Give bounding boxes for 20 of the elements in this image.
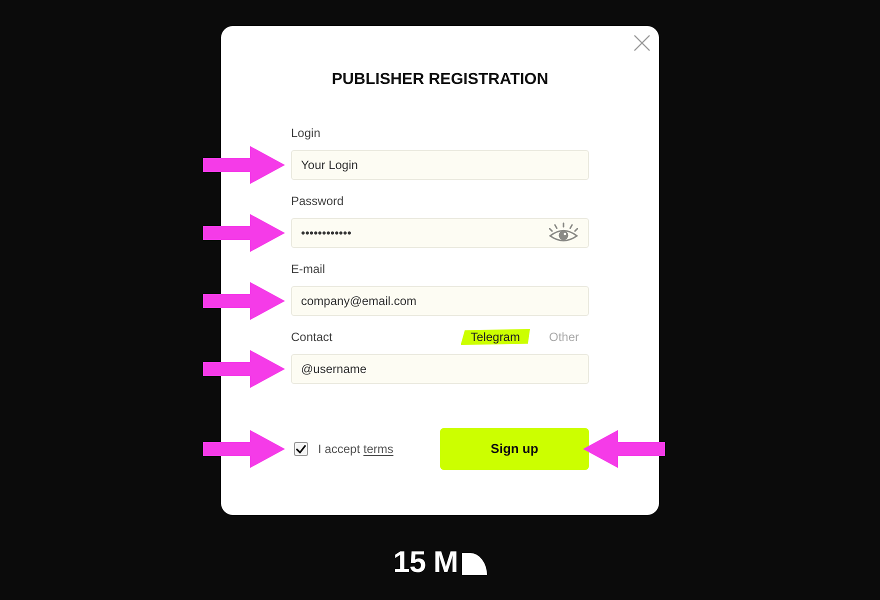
sign-up-button[interactable]: Sign up: [440, 428, 589, 470]
field-label: E-mail: [291, 261, 326, 277]
field-label: Contact: [291, 329, 332, 345]
checkbox[interactable]: [294, 442, 308, 456]
field-label: Password: [291, 193, 344, 209]
eye-icon[interactable]: [548, 222, 579, 244]
logo-shape-icon: [462, 552, 487, 574]
input-field[interactable]: ••••••••••••: [291, 218, 589, 248]
field-label: Login: [291, 125, 320, 141]
input-field[interactable]: @username: [291, 354, 589, 384]
dialog-title: PUBLISHER REGISTRATION: [330, 70, 550, 90]
close-button[interactable]: [633, 34, 651, 52]
accept-terms-text: I accept terms: [318, 441, 394, 457]
terms-link[interactable]: terms: [363, 442, 394, 456]
close-icon: [634, 35, 650, 51]
check-icon: [296, 444, 306, 454]
logo-text: 15 M: [393, 548, 458, 578]
input-field[interactable]: company@email.com: [291, 286, 589, 316]
input-field[interactable]: Your Login: [291, 150, 589, 180]
contact-tab[interactable]: Telegram: [460, 329, 530, 345]
